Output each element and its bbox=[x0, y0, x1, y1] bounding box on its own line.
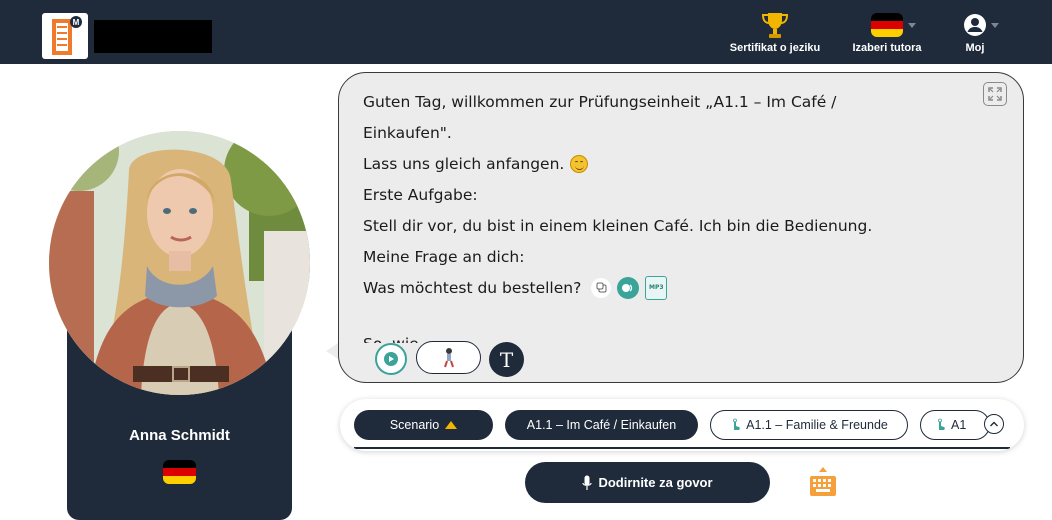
scenario-chip-label: A1.1 – Familie & Freunde bbox=[746, 418, 888, 432]
message-line: Einkaufen". bbox=[363, 117, 963, 148]
message-line-text: Was möchtest du bestellen? bbox=[363, 278, 582, 297]
smiling-face-emoji-icon bbox=[570, 154, 589, 173]
nav-account[interactable]: Moj bbox=[950, 10, 1000, 54]
ladder-logo-icon[interactable]: M bbox=[42, 13, 88, 59]
scenario-chip[interactable]: A1.1 – Familie & Freunde bbox=[710, 410, 908, 440]
scenario-toggle-button[interactable]: Scenario bbox=[354, 410, 493, 440]
tap-hand-icon bbox=[733, 418, 740, 430]
tutor-message-text: Guten Tag, willkommen zur Prüfungseinhei… bbox=[363, 86, 963, 303]
message-line-text: Einkaufen". bbox=[363, 123, 452, 142]
chevron-down-icon bbox=[991, 23, 999, 28]
message-line: Erste Aufgabe: bbox=[363, 179, 963, 210]
scenario-bar-underline bbox=[354, 447, 1010, 449]
user-icon bbox=[950, 10, 1000, 40]
redacted-brand-name bbox=[94, 20, 212, 53]
text-toggle-button[interactable]: T bbox=[489, 342, 524, 377]
message-line: Stell dir vor, du bist in einem kleinen … bbox=[363, 210, 963, 241]
message-line-text: Stell dir vor, du bist in einem kleinen … bbox=[363, 216, 873, 235]
scenario-bar: Scenario A1.1 – Im Café / Einkaufen A1.1… bbox=[340, 399, 1024, 451]
nav-choose-tutor[interactable]: Izaberi tutora bbox=[846, 10, 928, 54]
keyboard-icon[interactable] bbox=[808, 466, 838, 498]
nav-account-label: Moj bbox=[965, 42, 985, 54]
bubble-tail bbox=[326, 343, 338, 359]
top-navigation-bar: M Sertifikat o jeziku Izaberi tutora Moj bbox=[0, 0, 1052, 64]
nav-choose-tutor-label: Izaberi tutora bbox=[852, 42, 922, 54]
message-line: Was möchtest du bestellen? MP3 bbox=[363, 272, 963, 303]
tutor-portrait bbox=[49, 131, 310, 395]
chevron-down-icon bbox=[908, 23, 916, 28]
avatar-animation-toggle[interactable] bbox=[416, 341, 481, 374]
message-line: Lass uns gleich anfangen. bbox=[363, 148, 963, 179]
german-flag-icon bbox=[846, 10, 928, 40]
mp3-download-icon[interactable]: MP3 bbox=[645, 275, 668, 300]
message-line-text: Guten Tag, willkommen zur Prüfungseinhei… bbox=[363, 92, 837, 111]
triangle-up-icon bbox=[445, 421, 458, 429]
play-button[interactable] bbox=[375, 343, 407, 375]
push-to-talk-label: Dodirnite za govor bbox=[598, 475, 713, 490]
push-to-talk-button[interactable]: Dodirnite za govor bbox=[525, 462, 770, 503]
scenario-chip-label: A1 bbox=[951, 418, 967, 432]
copy-icon[interactable] bbox=[591, 277, 612, 298]
message-overflow-text: So, wie bbox=[363, 335, 423, 343]
tutor-name: Anna Schmidt bbox=[129, 427, 230, 444]
mp3-label: MP3 bbox=[649, 283, 664, 291]
message-line: Meine Frage an dich: bbox=[363, 241, 963, 272]
svg-text:M: M bbox=[73, 18, 80, 27]
person-walking-icon bbox=[443, 347, 454, 367]
chevron-up-icon[interactable] bbox=[984, 414, 1004, 434]
message-line-text: Erste Aufgabe: bbox=[363, 185, 478, 204]
expand-icon[interactable] bbox=[983, 82, 1007, 106]
microphone-icon bbox=[582, 475, 593, 490]
nav-certificate-label: Sertifikat o jeziku bbox=[729, 42, 821, 54]
tap-hand-icon bbox=[938, 418, 945, 430]
trophy-icon bbox=[720, 10, 830, 40]
text-toggle-label: T bbox=[499, 347, 514, 372]
speaker-icon[interactable] bbox=[617, 276, 640, 299]
message-line-text: Meine Frage an dich: bbox=[363, 247, 525, 266]
message-line-text: Lass uns gleich anfangen. bbox=[363, 154, 565, 173]
scenario-chip-active[interactable]: A1.1 – Im Café / Einkaufen bbox=[505, 410, 698, 440]
message-line: Guten Tag, willkommen zur Prüfungseinhei… bbox=[363, 86, 963, 117]
scenario-chip[interactable]: A1 bbox=[920, 410, 990, 440]
scenario-toggle-label: Scenario bbox=[389, 418, 440, 432]
nav-certificate[interactable]: Sertifikat o jeziku bbox=[720, 10, 830, 54]
german-flag-icon bbox=[163, 460, 196, 484]
scenario-chip-label: A1.1 – Im Café / Einkaufen bbox=[526, 418, 677, 432]
